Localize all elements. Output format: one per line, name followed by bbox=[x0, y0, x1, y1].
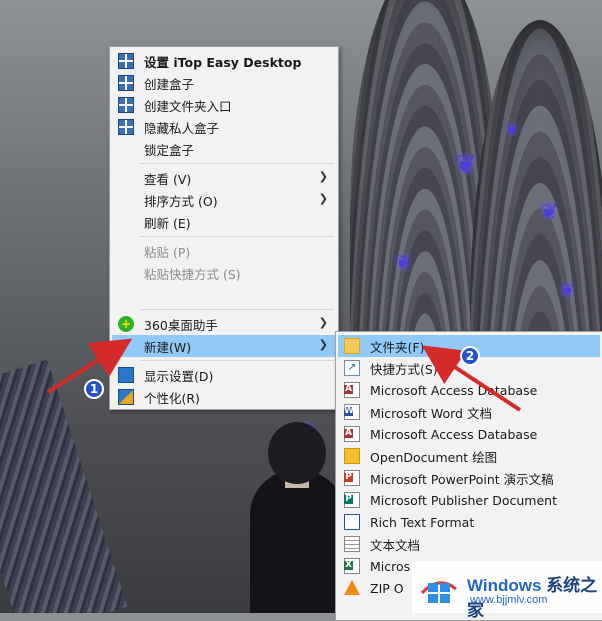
step-badge-2: 2 bbox=[460, 346, 480, 366]
watermark-url: www.bjjmlv.com bbox=[470, 594, 548, 606]
watermark: Windows 系统之家 www.bjjmlv.com bbox=[412, 561, 602, 620]
windows-logo-icon bbox=[420, 581, 457, 603]
step-badge-1: 1 bbox=[84, 379, 104, 399]
annotation-arrows bbox=[46, 338, 522, 412]
